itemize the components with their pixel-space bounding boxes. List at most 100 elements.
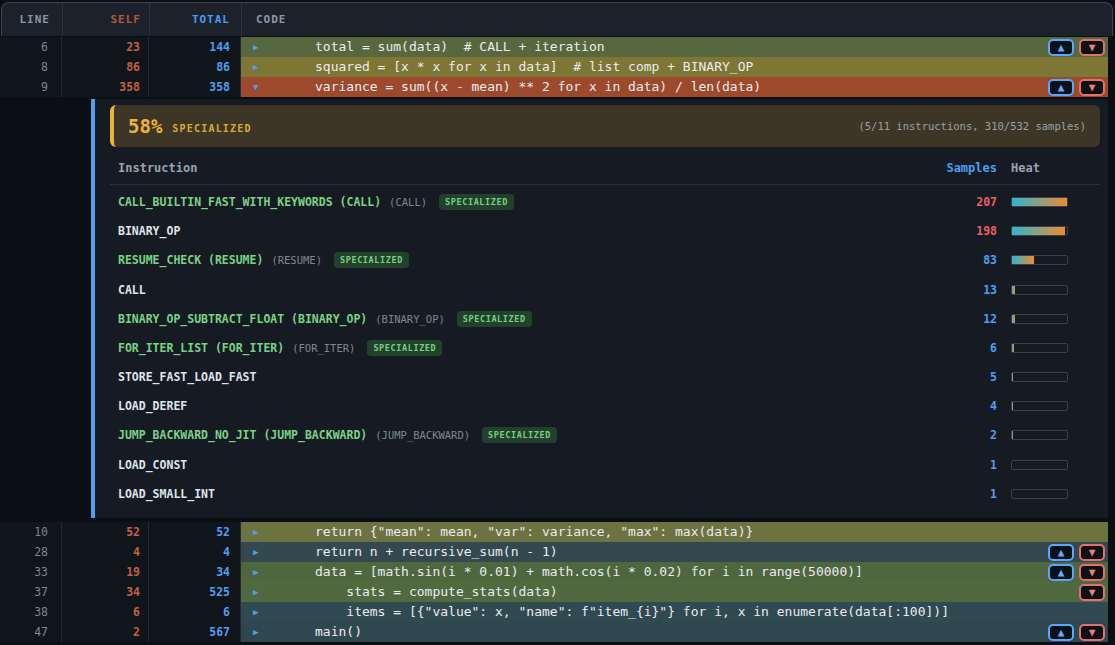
instruction-rows: CALL_BUILTIN_FAST_WITH_KEYWORDS (CALL) (C… <box>110 185 1100 508</box>
code-cell[interactable]: ▶return {"mean": mean, "var": variance, … <box>241 522 1108 542</box>
code-row[interactable]: 9358358▼variance = sum((x - mean) ** 2 f… <box>0 77 1115 97</box>
code-cell[interactable]: ▶main()▲▼ <box>241 622 1108 642</box>
table-header: LINE SELF TOTAL CODE <box>1 2 1113 36</box>
instruction-row: LOAD_CONST1 <box>110 450 1100 479</box>
move-down-button[interactable]: ▼ <box>1079 544 1105 561</box>
total-samples: 358 <box>149 77 241 97</box>
move-up-button[interactable]: ▲ <box>1048 544 1074 561</box>
code-row[interactable]: 88686▶squared = [x * x for x in data] # … <box>0 57 1115 77</box>
self-samples: 4 <box>62 542 149 562</box>
expand-icon[interactable]: ▶ <box>253 602 258 622</box>
code-text: data = [math.sin(i * 0.01) + math.cos(i … <box>241 562 1108 582</box>
samples-value: 12 <box>907 312 997 326</box>
code-row[interactable]: 105252▶return {"mean": mean, "var": vari… <box>0 522 1115 542</box>
instruction-name: CALL <box>110 283 907 297</box>
heat-bar-track <box>1011 314 1068 324</box>
expand-icon[interactable]: ▶ <box>253 542 258 562</box>
code-row[interactable]: 2844▶return n + recursive_sum(n - 1)▲▼ <box>0 542 1115 562</box>
line-number: 28 <box>0 542 62 562</box>
instruction-row: BINARY_OP198 <box>110 217 1100 246</box>
arrow-down-icon: ▼ <box>1089 82 1096 93</box>
move-down-button[interactable]: ▼ <box>1079 39 1105 56</box>
total-samples: 525 <box>149 582 241 602</box>
specialized-badge: SPECIALIZED <box>457 311 532 327</box>
samples-value: 207 <box>907 195 997 209</box>
instruction-name: LOAD_DEREF <box>110 399 907 413</box>
line-number: 37 <box>0 582 62 602</box>
heat-bar-track <box>1011 460 1068 470</box>
code-cell[interactable]: ▶total = sum(data) # CALL + iteration▲▼ <box>241 37 1108 57</box>
heat-bar-track <box>1011 255 1068 265</box>
total-samples: 6 <box>149 602 241 622</box>
code-cell[interactable]: ▶ items = [{"value": x, "name": f"item_{… <box>241 602 1108 622</box>
arrow-down-icon: ▼ <box>1089 627 1096 638</box>
move-up-button[interactable]: ▲ <box>1048 79 1074 96</box>
samples-value: 198 <box>907 224 997 238</box>
total-samples: 567 <box>149 622 241 642</box>
instruction-base-opcode: (CALL) <box>389 196 427 208</box>
expand-icon[interactable]: ▶ <box>253 37 258 57</box>
instruction-opcode: CALL_BUILTIN_FAST_WITH_KEYWORDS (CALL) <box>118 195 381 209</box>
instruction-opcode: JUMP_BACKWARD_NO_JIT (JUMP_BACKWARD) <box>118 428 367 442</box>
column-header-self: SELF <box>63 3 150 36</box>
move-up-button[interactable]: ▲ <box>1048 624 1074 641</box>
row-move-buttons: ▲▼ <box>1048 544 1105 561</box>
expand-icon[interactable]: ▶ <box>253 582 258 602</box>
instruction-table-header: Instruction Samples Heat <box>110 147 1100 185</box>
move-down-button[interactable]: ▼ <box>1079 584 1105 601</box>
instruction-row: LOAD_DEREF4 <box>110 392 1100 421</box>
code-row[interactable]: 3734525▶ stats = compute_stats(data)▼ <box>0 582 1115 602</box>
heat-bar-track <box>1011 430 1068 440</box>
specialized-badge: SPECIALIZED <box>334 252 409 268</box>
instruction-row: STORE_FAST_LOAD_FAST5 <box>110 363 1100 392</box>
move-down-button[interactable]: ▼ <box>1079 624 1105 641</box>
expand-icon[interactable]: ▶ <box>253 57 258 77</box>
code-row[interactable]: 331934▶data = [math.sin(i * 0.01) + math… <box>0 562 1115 582</box>
move-down-button[interactable]: ▼ <box>1079 79 1105 96</box>
self-samples: 52 <box>62 522 149 542</box>
line-number: 8 <box>0 57 62 77</box>
total-samples: 86 <box>149 57 241 77</box>
heat-bar-fill <box>1012 198 1067 206</box>
line-number: 47 <box>0 622 62 642</box>
instruction-base-opcode: (JUMP_BACKWARD) <box>375 429 470 441</box>
arrow-down-icon: ▼ <box>1089 547 1096 558</box>
code-cell[interactable]: ▼variance = sum((x - mean) ** 2 for x in… <box>241 77 1108 97</box>
expand-icon[interactable]: ▶ <box>253 562 258 582</box>
instruction-row: CALL_BUILTIN_FAST_WITH_KEYWORDS (CALL) (C… <box>110 187 1100 216</box>
heat-bar-fill <box>1012 373 1013 381</box>
code-cell[interactable]: ▶ stats = compute_stats(data)▼ <box>241 582 1108 602</box>
code-cell[interactable]: ▶data = [math.sin(i * 0.01) + math.cos(i… <box>241 562 1108 582</box>
samples-value: 6 <box>907 341 997 355</box>
collapse-icon[interactable]: ▼ <box>253 77 258 97</box>
specialized-badge: SPECIALIZED <box>482 427 557 443</box>
specialized-badge: SPECIALIZED <box>439 194 514 210</box>
code-row[interactable]: 472567▶main()▲▼ <box>0 622 1115 642</box>
self-samples: 19 <box>62 562 149 582</box>
total-samples: 144 <box>149 37 241 57</box>
self-samples: 86 <box>62 57 149 77</box>
row-move-buttons: ▼ <box>1079 584 1105 601</box>
heat-bar-track <box>1011 197 1068 207</box>
expand-icon[interactable]: ▶ <box>253 522 258 542</box>
row-move-buttons: ▲▼ <box>1048 79 1105 96</box>
move-down-button[interactable]: ▼ <box>1079 564 1105 581</box>
heat-bar-track <box>1011 343 1068 353</box>
code-cell[interactable]: ▶return n + recursive_sum(n - 1)▲▼ <box>241 542 1108 562</box>
instruction-name: FOR_ITER_LIST (FOR_ITER)(FOR_ITER)SPECIA… <box>110 340 907 356</box>
code-text: main() <box>241 622 1108 642</box>
column-header-line: LINE <box>2 3 63 36</box>
line-number: 6 <box>0 37 62 57</box>
code-cell[interactable]: ▶squared = [x * x for x in data] # list … <box>241 57 1108 77</box>
expand-icon[interactable]: ▶ <box>253 622 258 642</box>
arrow-up-icon: ▲ <box>1058 567 1065 578</box>
samples-value: 5 <box>907 370 997 384</box>
heat-column-header: Heat <box>1011 161 1068 175</box>
code-row[interactable]: 623144▶total = sum(data) # CALL + iterat… <box>0 37 1115 57</box>
row-move-buttons: ▲▼ <box>1048 624 1105 641</box>
move-up-button[interactable]: ▲ <box>1048 564 1074 581</box>
move-up-button[interactable]: ▲ <box>1048 39 1074 56</box>
code-row[interactable]: 3866▶ items = [{"value": x, "name": f"it… <box>0 602 1115 622</box>
specialized-percent: 58% <box>128 115 162 137</box>
arrow-down-icon: ▼ <box>1089 587 1096 598</box>
